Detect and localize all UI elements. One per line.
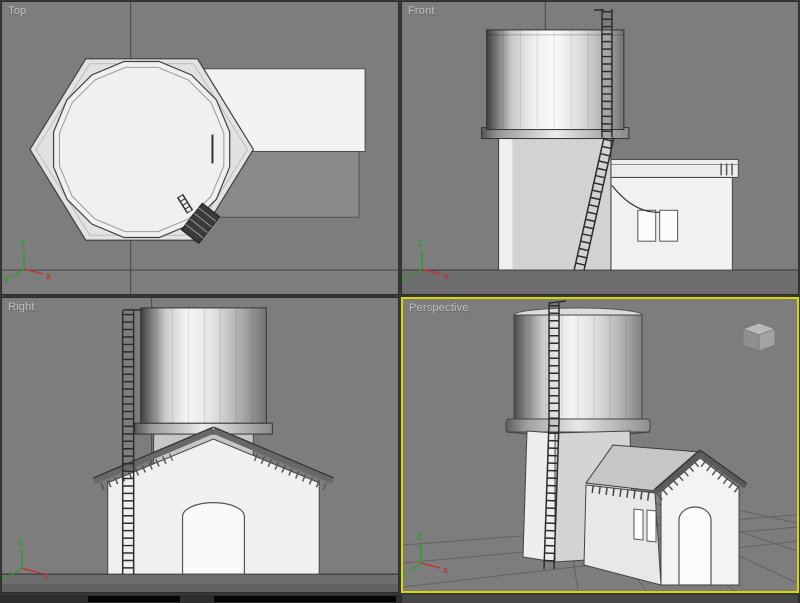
status-bar-segment xyxy=(402,595,798,603)
viewport-perspective-label[interactable]: Perspective xyxy=(409,302,469,314)
axis-z-label: Z xyxy=(20,238,26,248)
axis-y-label: Y xyxy=(403,569,406,579)
axis-y-label: Y xyxy=(402,275,407,285)
window xyxy=(660,210,678,241)
viewport-front-label[interactable]: Front xyxy=(408,5,435,17)
water-tank-perspective[interactable] xyxy=(506,308,650,436)
axis-y-label: Y xyxy=(3,275,9,285)
floating-box-object[interactable] xyxy=(743,323,775,351)
viewport-top[interactable]: Top xyxy=(1,1,399,295)
arched-door xyxy=(183,503,245,575)
water-tank-front[interactable] xyxy=(482,30,629,139)
viewport-quad-layout: Top xyxy=(0,0,800,603)
window xyxy=(634,509,643,540)
pump-house-perspective[interactable] xyxy=(584,445,746,585)
tower-base-front[interactable] xyxy=(499,137,611,271)
status-bar-segment xyxy=(214,596,396,602)
tower-left-face xyxy=(523,431,555,562)
viewport-perspective-active[interactable]: Perspective xyxy=(401,297,799,593)
axis-z-label: Z xyxy=(418,238,424,248)
pump-house-front[interactable] xyxy=(611,159,738,270)
axis-x-label: x xyxy=(444,271,449,281)
viewport-front[interactable]: Front xyxy=(401,1,799,295)
axis-x-label: x xyxy=(443,565,448,575)
arched-door xyxy=(679,507,711,585)
status-bar-segment xyxy=(88,596,180,602)
axis-z-label: Z xyxy=(417,532,423,542)
viewport-top-label[interactable]: Top xyxy=(8,5,26,17)
perspective-view-canvas[interactable]: Z Y x xyxy=(403,299,797,591)
axis-z-label: Z xyxy=(18,537,24,547)
axis-x-label: x xyxy=(46,271,51,281)
status-bar xyxy=(0,595,800,603)
viewport-right-label[interactable]: Right xyxy=(8,301,35,313)
below-ground-shade xyxy=(402,270,798,294)
front-view-canvas[interactable]: Z Y x xyxy=(402,2,798,294)
tank-rim xyxy=(506,419,650,432)
viewport-right[interactable]: Right xyxy=(1,297,399,593)
axis-y-label: Y xyxy=(2,574,7,584)
water-tank-right[interactable] xyxy=(135,308,273,434)
window xyxy=(647,510,656,542)
window xyxy=(638,210,656,241)
roof-band xyxy=(611,159,738,177)
axis-x-label: x xyxy=(44,570,49,580)
top-view-canvas[interactable]: Z Y x xyxy=(2,2,398,294)
right-view-canvas[interactable]: Z Y x xyxy=(2,298,398,592)
